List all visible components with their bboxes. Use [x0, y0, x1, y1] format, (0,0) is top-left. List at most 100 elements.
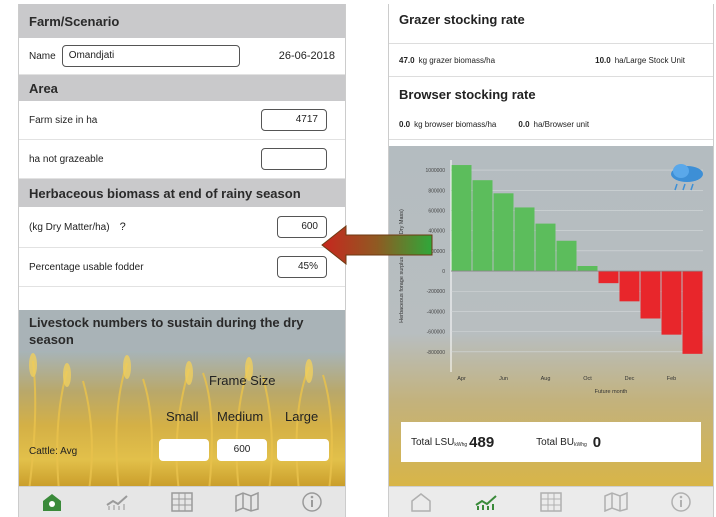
size-large-label: Large: [285, 409, 319, 424]
area-title: Area: [29, 80, 58, 96]
grazer-ha-value: 10.0: [595, 55, 611, 65]
bar-may: [472, 180, 493, 272]
totals-box: Total LSU kWhg 489 Total BU kWhg 0: [401, 422, 701, 462]
x-axis-title: Future month: [595, 389, 628, 395]
size-medium-label: Medium: [217, 409, 264, 424]
grazer-section: Grazer stocking rate: [389, 4, 713, 44]
cattle-large-input[interactable]: [277, 439, 329, 461]
tab-map[interactable]: [227, 489, 267, 515]
y-tick-label: 0: [442, 269, 445, 275]
forage-surplus-chart: 10000008000006000004000002000000-200000-…: [399, 160, 703, 395]
tab-chart[interactable]: [97, 489, 137, 515]
x-tick-label: Aug: [541, 376, 551, 382]
bar-jul: [514, 207, 535, 272]
bar-jan: [640, 271, 661, 319]
name-input[interactable]: Omandjati: [61, 45, 240, 67]
browser-title: Browser stocking rate: [399, 87, 536, 102]
grazer-title: Grazer stocking rate: [399, 12, 525, 27]
y-tick-label: -800000: [427, 350, 446, 356]
map-icon: [235, 492, 259, 512]
farm-size-row: Farm size in ha 4717: [19, 101, 345, 140]
wheat-background: Frame Size Small Medium Large Cattle: Av…: [19, 351, 345, 487]
area-header: Area: [19, 75, 345, 101]
bar-jun: [493, 193, 514, 272]
dry-matter-label: (kg Dry Matter/ha): [29, 221, 110, 233]
frame-size-label: Frame Size: [209, 373, 276, 388]
name-label: Name: [29, 50, 56, 62]
x-tick-label: Dec: [625, 376, 635, 382]
results-tab-home[interactable]: [401, 489, 441, 515]
x-tick-label: Feb: [667, 376, 676, 382]
cattle-small-input[interactable]: [159, 439, 209, 461]
home-icon: [411, 493, 432, 512]
total-lsu-value: 489: [469, 433, 495, 451]
results-tab-chart[interactable]: [466, 489, 506, 515]
y-tick-label: 1000000: [426, 168, 446, 174]
bar-aug: [535, 223, 556, 272]
info-icon: [670, 492, 691, 512]
x-tick-label: Apr: [457, 376, 466, 382]
not-grazeable-row: ha not grazeable: [19, 140, 345, 179]
results-tab-grid[interactable]: [531, 489, 571, 515]
farm-size-input[interactable]: 4717: [261, 109, 327, 131]
tab-grid[interactable]: [162, 489, 202, 515]
browser-biomass-value: 0.0: [399, 119, 411, 129]
total-bu-value: 0: [592, 433, 602, 451]
usable-fodder-label: Percentage usable fodder: [29, 261, 144, 273]
grazer-ha-unit: ha/Large Stock Unit: [614, 55, 685, 65]
home-icon: [42, 494, 61, 511]
browser-section: Browser stocking rate: [389, 77, 713, 109]
dry-matter-row: (kg Dry Matter/ha) ? 600: [19, 207, 345, 248]
cattle-medium-input[interactable]: 600: [217, 439, 267, 461]
total-lsu-label: Total LSU: [411, 436, 455, 448]
help-icon[interactable]: ?: [120, 221, 126, 233]
bar-feb: [661, 271, 682, 335]
total-lsu-subscript: kWhg: [454, 442, 468, 448]
cattle-label: Cattle: Avg: [29, 446, 78, 457]
tab-info[interactable]: [292, 489, 332, 515]
farm-scenario-header: Farm/Scenario: [19, 4, 345, 38]
browser-ha-unit: ha/Browser unit: [533, 119, 590, 129]
results-tab-info[interactable]: [661, 489, 701, 515]
chart-panel: 1000000 800000 600000 400000 200000 0 -200000-…: [389, 146, 713, 487]
browser-biomass-unit: kg browser biomass/ha: [414, 119, 497, 129]
bar-mar: [682, 271, 703, 354]
chart-icon: [475, 495, 497, 510]
chart-icon: [106, 495, 128, 510]
info-icon: [302, 492, 323, 512]
bar-apr: [451, 165, 472, 272]
y-tick-label: 800000: [428, 188, 445, 194]
results-tab-bar: [389, 486, 713, 517]
link-arrow: [321, 224, 433, 266]
browser-ha-value: 0.0: [518, 119, 530, 129]
y-tick-label: 600000: [428, 208, 445, 214]
not-grazeable-input[interactable]: [261, 148, 327, 170]
scenario-date: 26-06-2018: [278, 50, 335, 62]
y-tick-label: -400000: [427, 309, 446, 315]
tab-home[interactable]: [32, 489, 72, 515]
results-tab-map[interactable]: [596, 489, 636, 515]
grazer-values-row: 47.0 kg grazer biomass/ha 10.0 ha/Large …: [389, 44, 713, 77]
grid-icon: [540, 492, 562, 512]
farm-size-label: Farm size in ha: [29, 114, 98, 126]
bar-dec: [619, 271, 640, 302]
bar-oct: [577, 266, 598, 272]
grazer-biomass-unit: kg grazer biomass/ha: [418, 55, 496, 65]
usable-fodder-row: Percentage usable fodder 45%: [19, 248, 345, 287]
size-small-label: Small: [166, 409, 199, 424]
grid-icon: [171, 492, 193, 512]
name-row: Name Omandjati 26-06-2018: [19, 38, 345, 75]
tab-bar: [19, 486, 345, 517]
map-icon: [604, 492, 628, 512]
biomass-header: Herbaceous biomass at end of rainy seaso…: [19, 179, 345, 207]
farm-scenario-title: Farm/Scenario: [29, 13, 120, 29]
grazer-biomass-value: 47.0: [399, 55, 415, 65]
x-tick-label: Jun: [499, 376, 508, 382]
rain-cloud-icon[interactable]: [667, 160, 707, 196]
bar-sep: [556, 240, 577, 272]
y-tick-label: -200000: [427, 289, 446, 295]
not-grazeable-label: ha not grazeable: [29, 153, 104, 165]
total-bu-label: Total BU: [536, 436, 574, 448]
browser-values-row: 0.0 kg browser biomass/ha 0.0 ha/Browser…: [389, 109, 713, 140]
total-bu-subscript: kWhg: [573, 442, 587, 448]
